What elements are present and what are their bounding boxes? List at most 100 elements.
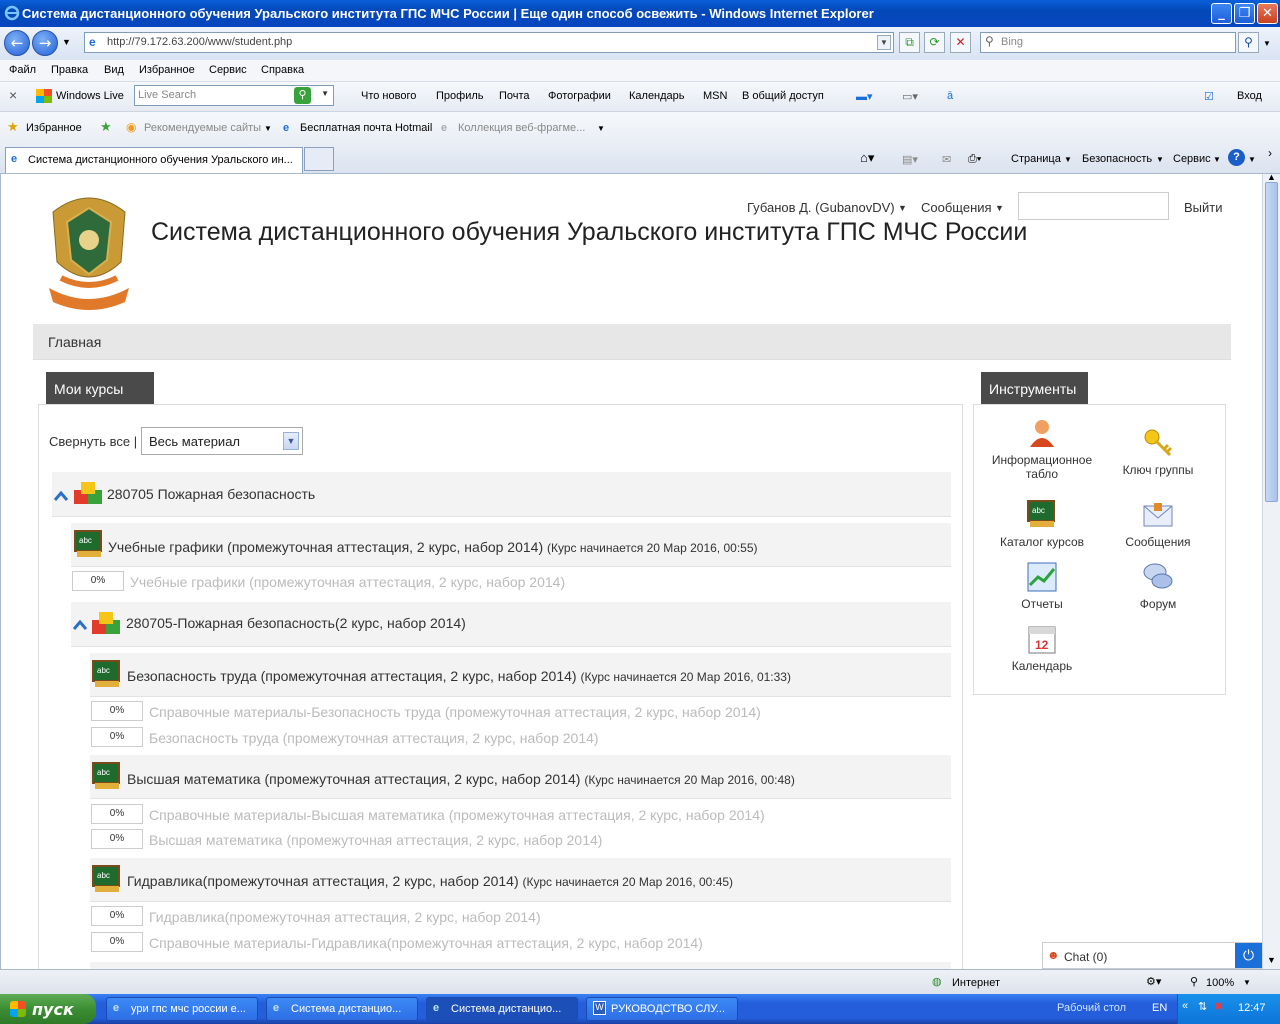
live-link-share[interactable]: В общий доступ xyxy=(742,90,824,102)
material-link[interactable]: Безопасность труда (промежуточная аттест… xyxy=(149,730,599,746)
live-search-input[interactable]: Live Search ⚲ ▼ xyxy=(134,85,334,106)
taskbar-button[interactable]: W РУКОВОДСТВО СЛУ... xyxy=(586,997,738,1021)
tool-course-catalog[interactable]: abc Каталог курсов xyxy=(982,499,1102,549)
messages-dropdown-icon[interactable]: ▼ xyxy=(995,203,1004,213)
course-title[interactable]: Безопасность труда (промежуточная аттест… xyxy=(127,668,791,684)
collapse-arrow-icon[interactable] xyxy=(53,490,69,502)
logout-link[interactable]: Выйти xyxy=(1184,200,1223,215)
taskbar-button[interactable]: e Система дистанцио... xyxy=(266,997,418,1021)
webslice-dropdown-icon[interactable]: ▼ xyxy=(597,124,605,133)
search-icon[interactable]: ⚲ xyxy=(1238,32,1259,53)
course-title[interactable]: Гидравлика(промежуточная аттестация, 2 к… xyxy=(127,873,733,889)
zoom-level[interactable]: 100% xyxy=(1206,977,1234,989)
zoom-icon[interactable]: ⚲ xyxy=(1190,975,1198,988)
menu-favorites[interactable]: Избранное xyxy=(139,64,195,76)
vertical-scrollbar[interactable]: ▲ ▼ xyxy=(1262,172,1280,969)
user-menu-dropdown-icon[interactable]: ▼ xyxy=(898,203,907,213)
tool-calendar[interactable]: 12 Календарь xyxy=(982,623,1102,673)
tool-info-board[interactable]: Информационное табло xyxy=(982,417,1102,481)
form-fill-icon[interactable]: ▭▾ xyxy=(902,90,918,103)
taskbar-button-active[interactable]: e Система дистанцио... xyxy=(426,997,578,1021)
live-link-whats-new[interactable]: Что нового xyxy=(361,90,416,102)
live-search-go-icon[interactable]: ⚲ xyxy=(294,87,311,104)
menu-view[interactable]: Вид xyxy=(104,64,124,76)
header-search-input[interactable] xyxy=(1018,192,1169,220)
stop-icon[interactable]: ✕ xyxy=(950,32,971,53)
tools-menu[interactable]: Сервис xyxy=(1173,153,1211,165)
close-toolbar-icon[interactable]: × xyxy=(9,87,17,103)
live-link-calendar[interactable]: Календарь xyxy=(629,90,685,102)
safety-menu[interactable]: Безопасность xyxy=(1082,153,1152,165)
feeds-icon[interactable]: ▤▾ xyxy=(902,153,918,166)
clock[interactable]: 12:47 xyxy=(1238,1002,1266,1014)
material-link[interactable]: Справочные материалы-Высшая математика (… xyxy=(149,807,765,823)
user-menu[interactable]: Губанов Д. (GubanovDV) xyxy=(747,200,895,215)
tool-forum[interactable]: Форум xyxy=(1098,561,1218,611)
address-dropdown-icon[interactable]: ▼ xyxy=(877,35,891,50)
live-search-dropdown-icon[interactable]: ▼ xyxy=(321,89,329,98)
help-icon[interactable]: ? xyxy=(1228,149,1245,166)
chat-power-icon[interactable]: ⏻ xyxy=(1235,943,1262,968)
protected-mode-icon[interactable]: ⚙▾ xyxy=(1146,975,1161,988)
network-icon[interactable]: ⇅ xyxy=(1198,1000,1207,1013)
material-link[interactable]: Гидравлика(промежуточная аттестация, 2 к… xyxy=(149,909,541,925)
course-title[interactable]: Учебные графики (промежуточная аттестаци… xyxy=(108,539,758,555)
refresh-icon[interactable]: ⟳ xyxy=(924,32,945,53)
live-link-photos[interactable]: Фотографии xyxy=(548,90,611,102)
material-link[interactable]: Справочные материалы-Гидравлика(промежут… xyxy=(149,935,703,951)
course-group-title[interactable]: 280705-Пожарная безопасность(2 курс, наб… xyxy=(126,615,466,631)
material-link[interactable]: Учебные графики (промежуточная аттестаци… xyxy=(130,574,565,590)
antivirus-icon[interactable]: ✖ xyxy=(1214,1000,1223,1013)
nav-home[interactable]: Главная xyxy=(48,334,101,350)
scroll-down-icon[interactable]: ▼ xyxy=(1267,955,1276,965)
course-group-title[interactable]: 280705 Пожарная безопасность xyxy=(107,486,315,502)
address-bar[interactable]: http://79.172.63.200/www/student.php e ▼ xyxy=(84,32,894,53)
language-indicator[interactable]: EN xyxy=(1152,1002,1167,1014)
start-button[interactable]: пуск xyxy=(0,994,96,1024)
menu-tools[interactable]: Сервис xyxy=(209,64,247,76)
hotmail-link[interactable]: Бесплатная почта Hotmail xyxy=(300,122,432,134)
desktop-toolbar-label[interactable]: Рабочий стол xyxy=(1057,1002,1126,1014)
zoom-dropdown-icon[interactable]: ▼ xyxy=(1243,978,1251,987)
search-options-icon[interactable]: ▼ xyxy=(1263,39,1271,48)
collapse-all-link[interactable]: Свернуть все | xyxy=(49,434,137,449)
tool-group-key[interactable]: Ключ группы xyxy=(1098,427,1218,477)
close-button[interactable]: ✕ xyxy=(1257,3,1278,24)
windows-live-brand[interactable]: Windows Live xyxy=(56,90,124,102)
home-icon[interactable]: ⌂▾ xyxy=(860,150,874,166)
course-title[interactable]: Высшая математика (промежуточная аттеста… xyxy=(127,771,795,787)
highlight-icon[interactable]: ▬▾ xyxy=(856,90,873,103)
tool-reports[interactable]: Отчеты xyxy=(982,561,1102,611)
tab-active[interactable]: e Система дистанционного обучения Уральс… xyxy=(5,147,303,173)
webslice-gallery-link[interactable]: Коллекция веб-фрагме... xyxy=(458,122,585,134)
suggested-sites-dropdown-icon[interactable]: ▼ xyxy=(264,124,272,133)
search-input[interactable]: Bing ⚲ xyxy=(980,32,1236,53)
recent-pages-dropdown-icon[interactable]: ▼ xyxy=(62,37,71,47)
live-link-mail[interactable]: Почта xyxy=(499,90,530,102)
compatibility-view-icon[interactable]: ⧉ xyxy=(899,32,920,53)
translate-icon[interactable]: ā xyxy=(947,90,953,102)
material-filter-select[interactable]: Весь материал ▼ xyxy=(141,427,303,455)
maximize-button[interactable]: ❐ xyxy=(1234,3,1255,24)
minimize-button[interactable]: _ xyxy=(1211,3,1232,24)
add-favorite-icon[interactable]: ★ xyxy=(100,119,112,135)
tool-messages[interactable]: Сообщения xyxy=(1098,499,1218,549)
messages-menu[interactable]: Сообщения xyxy=(921,200,992,215)
new-tab-button[interactable] xyxy=(304,147,334,171)
tray-expand-icon[interactable]: « xyxy=(1182,1000,1188,1012)
material-link[interactable]: Справочные материалы-Безопасность труда … xyxy=(149,704,761,720)
chat-widget[interactable]: ☻ Chat (0) ⏻ xyxy=(1042,942,1262,969)
window-title-bar[interactable]: Система дистанционного обучения Уральско… xyxy=(0,0,1280,27)
scrollbar-thumb[interactable] xyxy=(1265,182,1278,502)
material-link[interactable]: Высшая математика (промежуточная аттеста… xyxy=(149,832,602,848)
more-commands-icon[interactable]: › xyxy=(1268,146,1272,160)
print-icon[interactable]: ⎙▾ xyxy=(968,153,981,166)
signin-checkbox-icon[interactable]: ☑ xyxy=(1204,90,1214,103)
live-link-msn[interactable]: MSN xyxy=(703,90,727,102)
scroll-up-icon[interactable]: ▲ xyxy=(1267,172,1276,182)
page-menu[interactable]: Страница xyxy=(1011,153,1061,165)
back-button[interactable]: ← xyxy=(4,30,30,56)
favorites-button[interactable]: Избранное xyxy=(26,122,82,134)
suggested-sites-link[interactable]: Рекомендуемые сайты xyxy=(144,122,261,134)
help-dropdown-icon[interactable]: ▼ xyxy=(1248,155,1256,164)
